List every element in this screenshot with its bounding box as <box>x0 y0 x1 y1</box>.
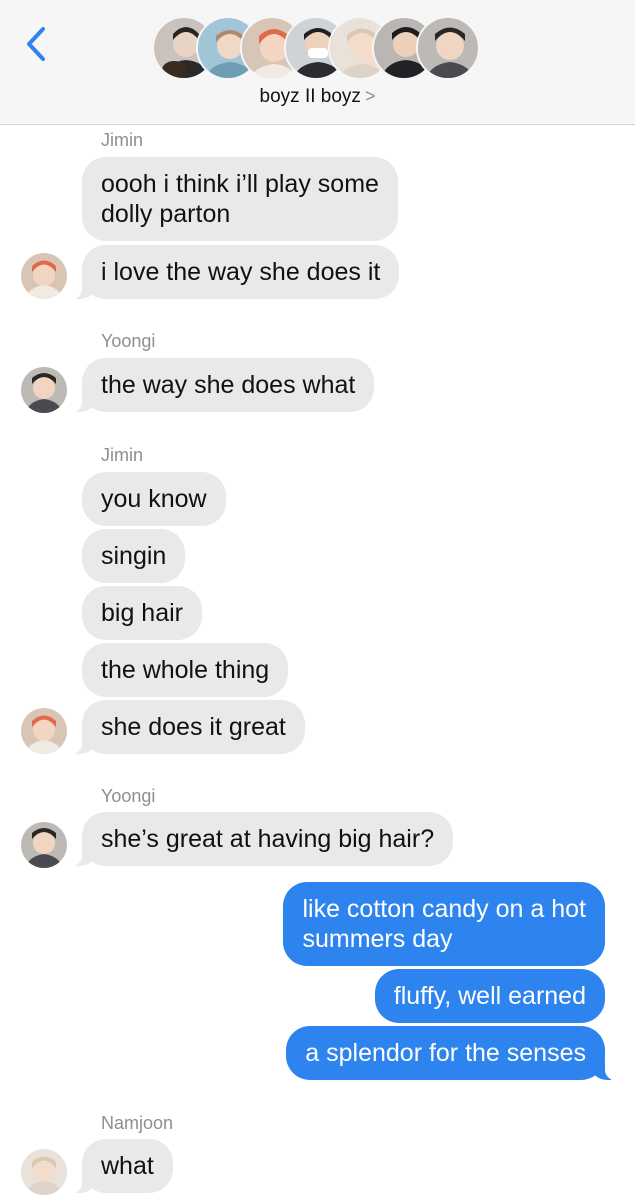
messages-app: boyz II boyz > Jimin oooh i think i’ll pl… <box>0 0 635 1200</box>
message-bubble[interactable]: what <box>72 1139 173 1193</box>
sender-name: Namjoon <box>101 1113 174 1133</box>
message-bubble[interactable]: fluffy, well earned <box>374 969 605 1023</box>
avatar[interactable] <box>21 822 67 868</box>
message-text: she does it great <box>101 713 286 741</box>
sender-name: Jimin <box>101 445 144 465</box>
message-bubble[interactable]: a splendor for the senses <box>286 1026 615 1080</box>
avatar[interactable] <box>21 367 67 413</box>
message-text: a splendor for the senses <box>305 1039 586 1067</box>
sender-name: Jimin <box>101 130 144 150</box>
message-text: she’s great at having big hair? <box>101 825 435 853</box>
avatar[interactable] <box>21 1149 67 1195</box>
message-text: what <box>101 1152 154 1180</box>
sender-name: Yoongi <box>101 331 156 351</box>
message-text: fluffy, well earned <box>393 982 586 1010</box>
message-bubble[interactable]: big hair <box>82 586 202 640</box>
message-text: you know <box>101 485 207 513</box>
message-bubble[interactable]: she’s great at having big hair? <box>71 812 454 866</box>
message-bubble[interactable]: singin <box>82 529 186 583</box>
group-name-label: boyz II boyz <box>259 86 361 107</box>
message-bubble[interactable]: like cotton candy on a hot summers day <box>283 882 605 966</box>
conversation-header: boyz II boyz > <box>0 0 635 125</box>
avatar[interactable] <box>21 253 67 299</box>
message-bubble[interactable]: she does it great <box>72 700 305 754</box>
chevron-left-icon <box>27 27 45 61</box>
group-avatar-stack[interactable] <box>152 16 492 80</box>
avatar <box>416 16 480 80</box>
sender-name: Yoongi <box>101 786 156 806</box>
group-name-button[interactable]: boyz II boyz > <box>0 86 635 108</box>
message-text: the way she does what <box>101 371 356 399</box>
message-text: i love the way she does it <box>101 258 381 286</box>
message-bubble[interactable]: the way she does what <box>71 358 375 412</box>
message-text: summers day <box>302 925 453 953</box>
avatar[interactable] <box>21 708 67 754</box>
chevron-right-icon: > <box>364 86 376 106</box>
message-text: oooh i think i’ll play some <box>101 170 379 198</box>
back-button[interactable] <box>18 24 54 64</box>
message-bubble[interactable]: the whole thing <box>82 643 289 697</box>
message-text: big hair <box>101 599 183 627</box>
message-bubble[interactable]: oooh i think i’ll play some dolly parton <box>82 157 398 241</box>
message-text: like cotton candy on a hot <box>302 895 586 923</box>
message-bubble[interactable]: you know <box>82 472 226 526</box>
message-text: the whole thing <box>101 656 270 684</box>
message-text: singin <box>101 542 167 570</box>
message-text: dolly parton <box>101 200 231 228</box>
message-bubble[interactable]: i love the way she does it <box>71 245 400 299</box>
